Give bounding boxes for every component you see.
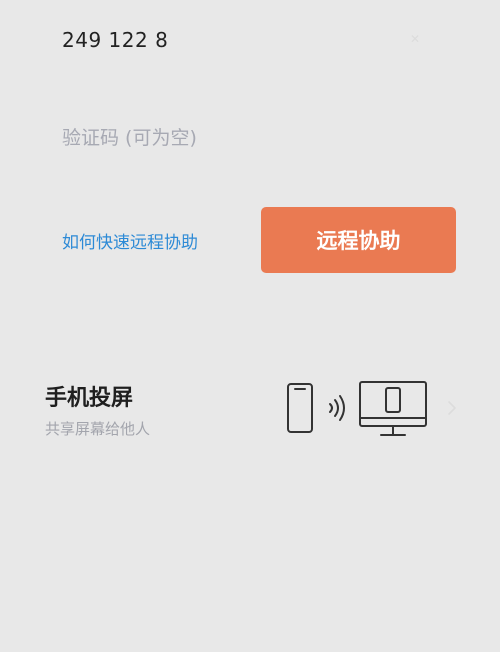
cast-subtitle: 共享屏幕给他人 — [45, 420, 151, 438]
device-id-value: 249 122 8 — [62, 28, 169, 52]
help-link[interactable]: 如何快速远程协助 — [62, 228, 198, 253]
chevron-right-icon — [448, 401, 456, 415]
verification-code-input[interactable] — [60, 118, 444, 158]
phone-to-monitor-cast-icon — [287, 381, 427, 436]
cast-title: 手机投屏 — [45, 386, 134, 411]
remote-assist-button[interactable]: 远程协助 — [261, 207, 456, 273]
close-icon[interactable]: ✕ — [408, 32, 422, 46]
device-id-field[interactable]: 249 122 8 ✕ — [62, 24, 442, 58]
screen-cast-card[interactable]: 手机投屏 共享屏幕给他人 — [0, 350, 500, 460]
